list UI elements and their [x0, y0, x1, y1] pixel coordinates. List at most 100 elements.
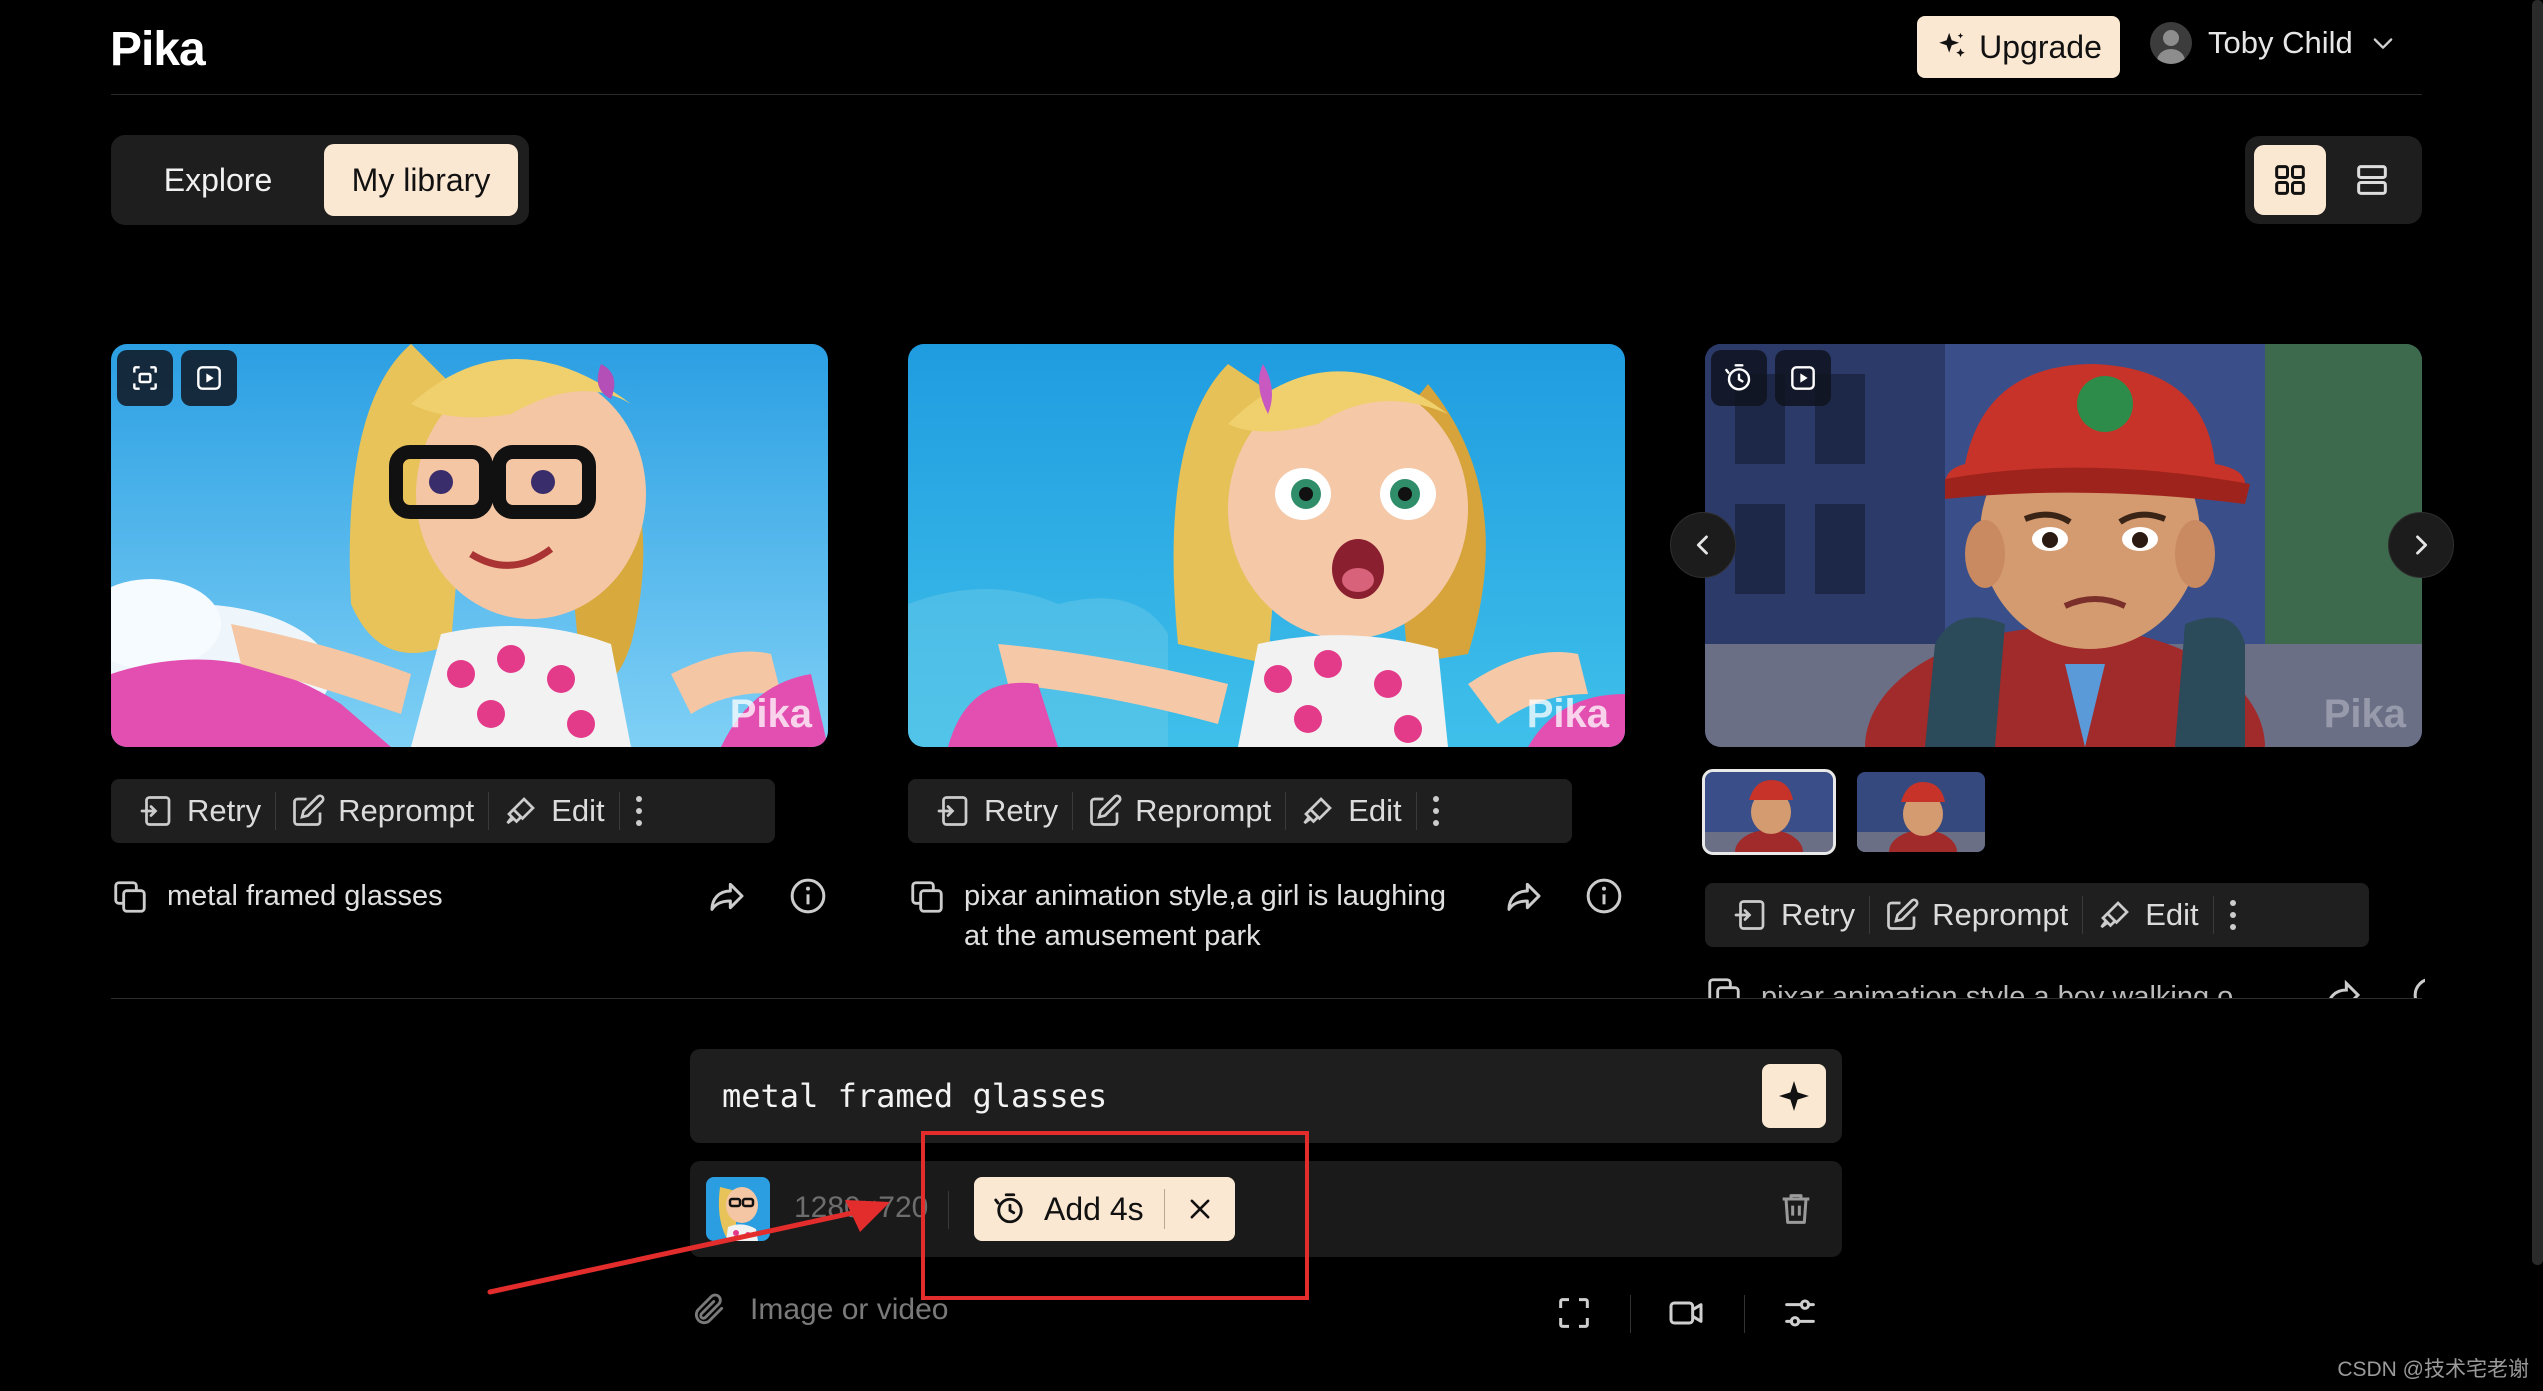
share-icon[interactable] — [1504, 876, 1544, 916]
sparkle-icon — [1939, 32, 1965, 57]
grid-icon — [2275, 165, 2305, 195]
card-action-bar: Retry Reprompt Edit — [111, 779, 775, 843]
card-action-bar: Retry Reprompt Edit — [1705, 883, 2369, 947]
video-thumbnail[interactable]: Pika — [111, 344, 828, 747]
header-divider — [111, 94, 2422, 95]
sparkle-icon — [1779, 1081, 1809, 1111]
video-thumbnail[interactable]: Pika — [908, 344, 1625, 747]
reprompt-button[interactable]: Reprompt — [1870, 883, 2082, 947]
retry-label: Retry — [187, 793, 262, 828]
edit-button[interactable]: Edit — [1286, 779, 1415, 843]
user-name: Toby Child — [2208, 25, 2353, 60]
prompt-caption-text: pixar animation style,a girl is laughing… — [964, 880, 1446, 952]
pika-watermark: Pika — [729, 692, 812, 736]
retry-button[interactable]: Retry — [922, 779, 1072, 843]
upgrade-label: Upgrade — [1979, 28, 2102, 65]
more-vertical-icon — [2229, 900, 2236, 930]
extend-history-button[interactable] — [1711, 350, 1767, 406]
play-icon — [197, 366, 221, 390]
prompt-input-text[interactable]: metal framed glasses — [722, 1077, 1107, 1115]
retry-button[interactable]: Retry — [125, 779, 275, 843]
edit-button[interactable]: Edit — [489, 779, 618, 843]
video-thumbnail[interactable]: Pika — [1705, 344, 2422, 747]
trash-icon[interactable] — [1776, 1189, 1816, 1229]
more-options-button[interactable] — [1417, 779, 1455, 843]
more-options-button[interactable] — [2214, 883, 2252, 947]
expand-frame-button[interactable] — [117, 350, 173, 406]
csdn-watermark: CSDN @技术宅老谢 — [2337, 1358, 2529, 1381]
annotation-arrow-icon — [487, 1200, 890, 1295]
view-toggle — [2245, 136, 2422, 224]
retry-label: Retry — [1781, 897, 1856, 932]
video-frame-girl-laughing — [908, 344, 1625, 747]
retry-icon — [140, 796, 171, 826]
video-caption: metal framed glasses — [111, 876, 671, 916]
info-icon[interactable] — [2411, 975, 2425, 998]
retry-icon — [1734, 900, 1765, 930]
pika-watermark: Pika — [1526, 692, 1609, 736]
info-icon[interactable] — [1584, 876, 1624, 916]
reprompt-label: Reprompt — [1932, 897, 2069, 932]
edit-square-icon — [1887, 898, 1919, 930]
edit-square-icon — [1090, 794, 1122, 826]
divider — [1630, 1295, 1631, 1333]
pika-logo[interactable]: Pika — [110, 22, 206, 77]
video-caption: pixar animation style,a girl is laughing… — [908, 876, 1468, 956]
timer-icon — [1725, 364, 1751, 391]
frame-capture-icon — [133, 366, 157, 390]
card-action-bar: Retry Reprompt Edit — [908, 779, 1572, 843]
more-options-button[interactable] — [620, 779, 658, 843]
scrollbar[interactable] — [2532, 0, 2543, 1265]
more-vertical-icon — [635, 796, 642, 826]
user-menu[interactable]: Toby Child — [2150, 22, 2397, 64]
list-icon — [2357, 165, 2387, 195]
tab-my-library[interactable]: My library — [324, 144, 518, 216]
list-view-button[interactable] — [2336, 145, 2408, 215]
tab-explore[interactable]: Explore — [120, 144, 316, 216]
reprompt-button[interactable]: Reprompt — [1073, 779, 1285, 843]
chevron-right-icon — [2416, 535, 2428, 555]
edit-square-icon — [293, 794, 325, 826]
share-icon[interactable] — [2323, 975, 2363, 998]
next-button[interactable] — [2388, 512, 2454, 578]
reprompt-label: Reprompt — [1135, 793, 1272, 828]
chevron-left-icon — [1696, 535, 1708, 555]
edit-label: Edit — [2145, 897, 2199, 932]
grid-view-button[interactable] — [2254, 145, 2326, 215]
copy-icon[interactable] — [1705, 975, 1743, 998]
play-button[interactable] — [1775, 350, 1831, 406]
retry-label: Retry — [984, 793, 1059, 828]
edit-label: Edit — [1348, 793, 1402, 828]
version-thumbnail[interactable] — [1702, 769, 1836, 855]
prompt-input[interactable]: metal framed glasses — [690, 1049, 1842, 1143]
reprompt-label: Reprompt — [338, 793, 475, 828]
video-camera-icon[interactable] — [1666, 1293, 1706, 1333]
annotation-highlight-box — [921, 1131, 1309, 1300]
copy-icon[interactable] — [111, 878, 149, 916]
reprompt-button[interactable]: Reprompt — [276, 779, 488, 843]
play-button[interactable] — [181, 350, 237, 406]
aspect-ratio-icon[interactable] — [1554, 1293, 1594, 1333]
pika-watermark: Pika — [2323, 692, 2406, 736]
more-vertical-icon — [1432, 796, 1439, 826]
prompt-caption-text: pixar animation style,a boy walking o... — [1761, 981, 2258, 998]
settings-sliders-icon[interactable] — [1780, 1293, 1820, 1333]
share-icon[interactable] — [707, 876, 747, 916]
video-caption: pixar animation style,a boy walking o... — [1705, 975, 2425, 998]
version-thumbnail[interactable] — [1857, 772, 1985, 852]
divider — [1744, 1295, 1745, 1333]
info-icon[interactable] — [788, 876, 828, 916]
copy-icon[interactable] — [908, 878, 946, 916]
upgrade-button[interactable]: Upgrade — [1917, 16, 2120, 78]
thumbnail-image — [1705, 772, 1833, 852]
tab-bar: Explore My library — [111, 135, 529, 225]
retry-icon — [937, 796, 968, 826]
feed-divider — [111, 998, 2422, 999]
brush-icon — [506, 797, 536, 825]
previous-button[interactable] — [1670, 512, 1736, 578]
generate-button[interactable] — [1762, 1064, 1826, 1128]
retry-button[interactable]: Retry — [1719, 883, 1869, 947]
thumbnail-image — [1857, 772, 1985, 852]
edit-button[interactable]: Edit — [2083, 883, 2212, 947]
brush-icon — [1303, 797, 1333, 825]
